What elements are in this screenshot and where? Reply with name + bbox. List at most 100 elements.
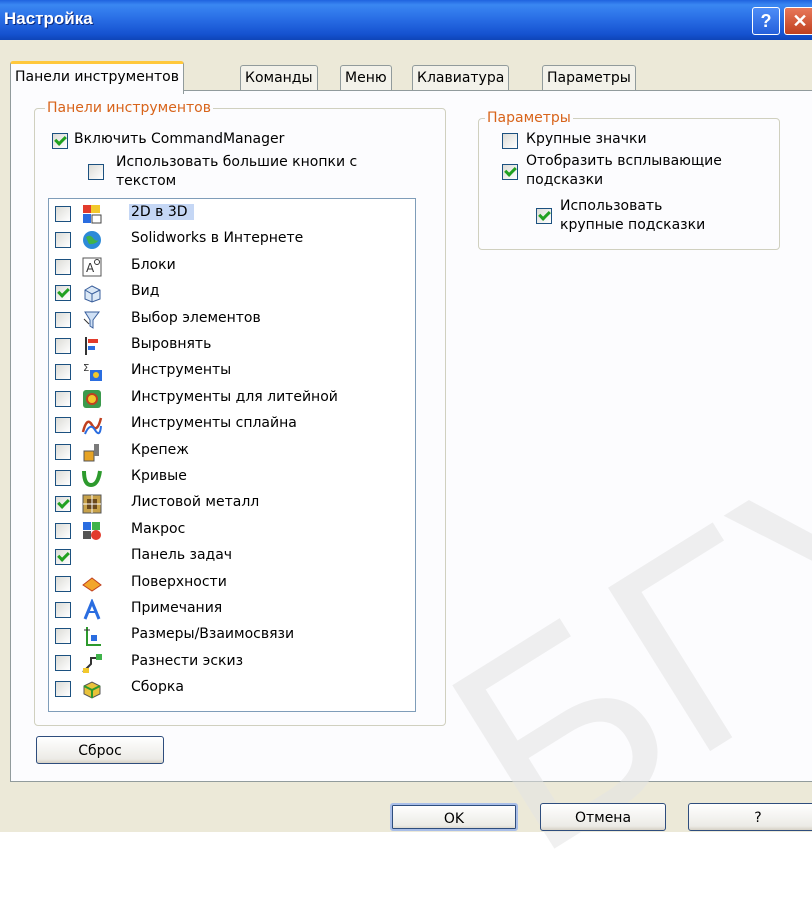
- large-tooltips-label-line2: крупные подсказки: [560, 217, 706, 233]
- toolbars-group-legend: Панели инструментов: [45, 100, 213, 116]
- list-item[interactable]: Сборка: [49, 676, 399, 702]
- list-item[interactable]: Инструменты для литейной: [49, 386, 399, 412]
- tab-commands[interactable]: Команды: [240, 65, 318, 90]
- list-item-label: Блоки: [131, 256, 176, 273]
- list-item-label: Размеры/Взаимосвязи: [131, 626, 295, 643]
- big-buttons-checkbox[interactable]: [88, 164, 104, 180]
- sheet-metal-icon: [81, 493, 103, 515]
- list-item-label: Выровнять: [131, 336, 212, 352]
- mold-tools-icon: [81, 388, 103, 410]
- list-item-checkbox[interactable]: [55, 390, 71, 407]
- list-item[interactable]: Разнести эскиз: [49, 650, 399, 676]
- list-item-checkbox[interactable]: [55, 522, 71, 539]
- large-icons-checkbox[interactable]: [502, 133, 518, 149]
- list-item-checkbox[interactable]: [55, 417, 71, 434]
- show-tooltips-checkbox[interactable]: [502, 164, 518, 180]
- view-icon: [81, 282, 103, 304]
- list-item-checkbox[interactable]: [55, 443, 71, 460]
- big-buttons-label-line1: Использовать большие кнопки с: [116, 154, 358, 170]
- tab-menu[interactable]: Меню: [340, 65, 392, 90]
- large-icons-label: Крупные значки: [526, 131, 647, 147]
- toolbar-list[interactable]: 2D в 3D Solidworks в Интернете A Блоки Вид Вы…: [48, 198, 416, 712]
- list-item-label: Инструменты сплайна: [131, 415, 297, 432]
- list-item[interactable]: Кривые: [49, 465, 399, 491]
- show-tooltips-label-line1: Отобразить всплывающие: [526, 153, 722, 169]
- list-item-checkbox[interactable]: [55, 470, 71, 486]
- list-item-label: Выбор элементов: [131, 309, 261, 326]
- spline-tools-icon: [81, 414, 103, 436]
- blocks-icon: A: [81, 256, 103, 278]
- list-item-label: Поверхности: [131, 573, 227, 590]
- list-item[interactable]: Инструменты сплайна: [49, 412, 399, 438]
- 2d-to-3d-icon: [81, 203, 103, 225]
- list-item-checkbox[interactable]: [55, 681, 71, 698]
- enable-commandmanager-label: Включить CommandManager: [74, 131, 285, 147]
- surfaces-icon: [81, 573, 103, 595]
- list-item[interactable]: Выбор элементов: [49, 307, 399, 333]
- help-title-button[interactable]: ?: [752, 7, 780, 35]
- list-item[interactable]: Размеры/Взаимосвязи: [49, 623, 399, 649]
- list-item-label: Листовой металл: [131, 494, 260, 511]
- globe-icon: [81, 229, 103, 251]
- list-item-checkbox[interactable]: [55, 338, 71, 354]
- list-item-label: Крепеж: [131, 441, 189, 458]
- annotations-icon: [81, 598, 103, 621]
- large-tooltips-label-line1: Использовать: [560, 198, 663, 214]
- big-buttons-label-line2: текстом: [116, 173, 177, 189]
- align-icon: [81, 335, 103, 357]
- tab-parameters[interactable]: Параметры: [542, 65, 636, 90]
- list-item[interactable]: Вид: [49, 280, 399, 306]
- list-item-checkbox[interactable]: [55, 628, 71, 645]
- curves-icon: [81, 467, 103, 489]
- close-button[interactable]: ✕: [784, 7, 812, 35]
- settings-dialog: Настройка ? ✕ Панели инструментов Команд…: [0, 0, 812, 912]
- list-item-checkbox[interactable]: [55, 549, 71, 566]
- list-item-label: Макрос: [131, 520, 186, 537]
- cancel-button[interactable]: Отмена: [540, 803, 666, 831]
- list-item-label: Примечания: [131, 600, 223, 616]
- list-item[interactable]: Solidworks в Интернете: [49, 227, 399, 253]
- list-item-checkbox[interactable]: [55, 311, 71, 328]
- list-item-checkbox[interactable]: [55, 258, 71, 275]
- list-item[interactable]: Панель задач: [49, 544, 399, 570]
- list-item-label: Инструменты: [131, 362, 232, 379]
- list-item-checkbox[interactable]: [55, 654, 71, 671]
- list-item[interactable]: Примечания: [49, 597, 399, 623]
- tab-keyboard[interactable]: Клавиатура: [412, 65, 510, 90]
- tools-icon: Σ: [81, 361, 103, 383]
- list-item-checkbox[interactable]: [55, 602, 71, 618]
- tab-toolbars[interactable]: Панели инструментов: [10, 61, 184, 94]
- list-item[interactable]: Σ Инструменты: [49, 359, 399, 385]
- list-item[interactable]: Листовой металл: [49, 491, 399, 517]
- macro-icon: [81, 520, 103, 542]
- ok-button[interactable]: OK: [390, 803, 518, 831]
- list-item-checkbox[interactable]: [55, 364, 71, 381]
- list-item[interactable]: Макрос: [49, 518, 399, 544]
- list-item-checkbox[interactable]: [55, 232, 71, 249]
- list-item[interactable]: Поверхности: [49, 571, 399, 597]
- list-item-label: Инструменты для литейной: [131, 388, 338, 405]
- help-button[interactable]: ?: [688, 803, 812, 831]
- list-item-label: Кривые: [131, 468, 187, 484]
- list-item-checkbox[interactable]: [55, 206, 71, 222]
- list-item-label: Вид: [131, 283, 160, 300]
- list-item-label: Solidworks в Интернете: [131, 230, 304, 247]
- large-tooltips-checkbox[interactable]: [536, 208, 552, 224]
- list-item[interactable]: 2D в 3D: [49, 201, 399, 227]
- reset-button[interactable]: Сброс: [36, 736, 164, 764]
- list-item[interactable]: A Блоки: [49, 254, 399, 280]
- list-item-label: Сборка: [131, 679, 184, 696]
- window-title: Настройка: [4, 9, 93, 28]
- list-item-label: Панель задач: [131, 547, 233, 564]
- selection-filter-icon: [81, 309, 103, 331]
- fastening-icon: [81, 441, 103, 463]
- list-item-checkbox[interactable]: [55, 575, 71, 592]
- list-item-checkbox[interactable]: [55, 496, 71, 513]
- enable-commandmanager-checkbox[interactable]: [52, 133, 68, 149]
- list-item-label: Разнести эскиз: [131, 652, 244, 669]
- title-bar[interactable]: Настройка ? ✕: [0, 0, 812, 40]
- list-item[interactable]: Выровнять: [49, 333, 399, 359]
- list-item[interactable]: Крепеж: [49, 439, 399, 465]
- list-item-checkbox[interactable]: [55, 285, 71, 302]
- dimensions-icon: [81, 625, 103, 647]
